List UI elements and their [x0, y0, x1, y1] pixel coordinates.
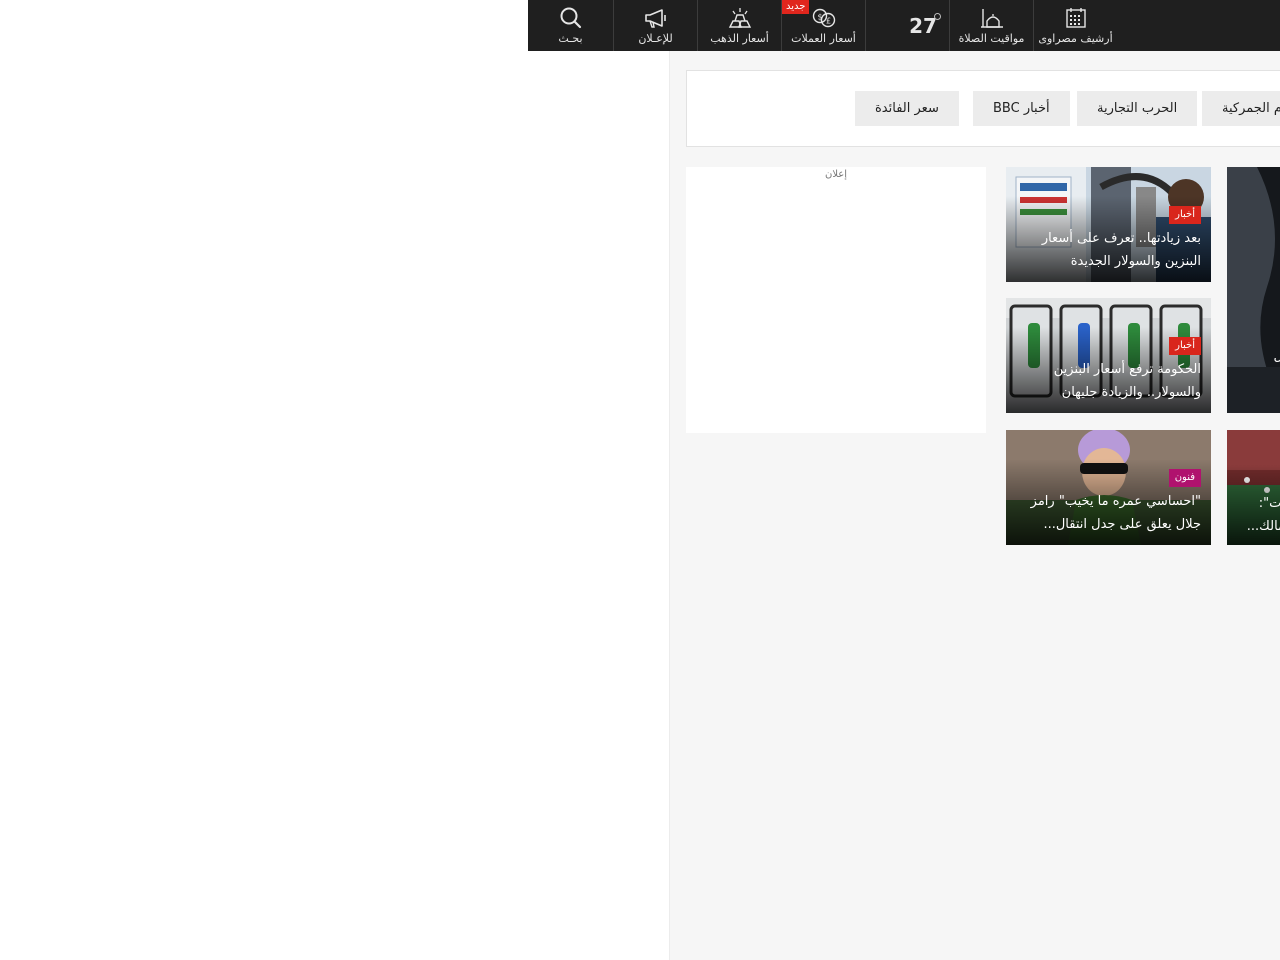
card-title-line: البنزين والسولار الجديدة — [1070, 254, 1201, 269]
prayer-times-button[interactable]: مواقيت الصلاة — [950, 0, 1033, 51]
ad-label: إعلان — [824, 169, 848, 180]
news-card[interactable]: فنون "احساسي عمره ما يخيب" رامز جلال يعل… — [1006, 430, 1211, 545]
news-card-partial[interactable]: ات": مالك... — [1227, 430, 1280, 545]
card-title-line: والسولار.. والزيادة جليهان — [1061, 385, 1201, 400]
currency-exchange-icon: $ £ — [812, 8, 835, 28]
card-title: بعد زيادتها.. تعرف على أسعار البنزين وال… — [1012, 227, 1201, 273]
archive-button[interactable]: أرشيف مصراوى — [1034, 0, 1117, 51]
card-title-line: بعد زيادتها.. تعرف على أسعار — [1041, 231, 1201, 246]
tag-interest-rate[interactable]: سعر الفائدة — [855, 91, 959, 126]
card-title: "احساسي عمره ما يخيب" رامز جلال يعلق على… — [1012, 490, 1201, 536]
news-card[interactable]: أخبار بعد زيادتها.. تعرف على أسعار البنز… — [1006, 167, 1211, 282]
category-badge: أخبار — [1169, 337, 1201, 355]
trending-tags-bar: سعر الفائدة أخبار BBC الحرب التجارية م ا… — [686, 70, 1280, 147]
category-badge: أخبار — [1169, 206, 1201, 224]
svg-text:$: $ — [817, 13, 822, 22]
advertisement-slot[interactable]: إعلان — [686, 167, 986, 433]
gold-bars-icon — [728, 8, 751, 28]
megaphone-icon — [644, 9, 666, 28]
search-label: بحـث — [558, 32, 583, 45]
svg-text:£: £ — [825, 17, 830, 26]
tag-customs[interactable]: م الجمركية — [1202, 91, 1280, 126]
gold-prices-button[interactable]: أسعار الذهب — [698, 0, 781, 51]
tag-bbc-news[interactable]: أخبار BBC — [973, 91, 1070, 126]
card-title-line: مالك... — [1246, 519, 1280, 534]
main-content: سعر الفائدة أخبار BBC الحرب التجارية م ا… — [669, 51, 1280, 960]
degree-icon — [934, 13, 941, 20]
advertise-button[interactable]: للإعـلان — [614, 0, 697, 51]
advertise-label: للإعـلان — [638, 32, 673, 45]
currency-prices-label: أسعار العملات — [791, 32, 856, 45]
news-thumbnail — [1227, 167, 1280, 413]
mosque-icon — [980, 9, 1003, 28]
temperature-value: 27 — [909, 14, 937, 38]
card-title: الحكومة ترفع أسعار البنزين والسولار.. وا… — [1012, 358, 1201, 404]
category-badge: فنون — [1168, 469, 1201, 487]
news-card[interactable]: أخبار الحكومة ترفع أسعار البنزين والسولا… — [1006, 298, 1211, 413]
gold-prices-label: أسعار الذهب — [710, 32, 769, 45]
tag-trade-war[interactable]: الحرب التجارية — [1077, 91, 1198, 126]
card-title: ات": مالك... — [1247, 492, 1280, 538]
card-title-line: جلال يعلق على جدل انتقال... — [1043, 517, 1201, 532]
search-button[interactable]: بحـث — [528, 0, 613, 51]
top-navigation-bar: بحـث للإعـلان أسعار الذهب $ £ أسعار العم… — [528, 0, 1280, 51]
card-title-line: ات": — [1258, 496, 1280, 511]
new-badge: جديد — [782, 0, 810, 14]
card-title-line: الحكومة ترفع أسعار البنزين — [1053, 362, 1201, 377]
news-card-partial[interactable]: ل — [1227, 167, 1280, 413]
archive-label: أرشيف مصراوى — [1038, 32, 1113, 45]
prayer-times-label: مواقيت الصلاة — [958, 32, 1025, 45]
card-title-line: "احساسي عمره ما يخيب" رامز — [1030, 494, 1201, 509]
card-title-line: ل — [1274, 349, 1280, 364]
search-icon — [560, 7, 581, 29]
calendar-icon — [1065, 8, 1086, 28]
